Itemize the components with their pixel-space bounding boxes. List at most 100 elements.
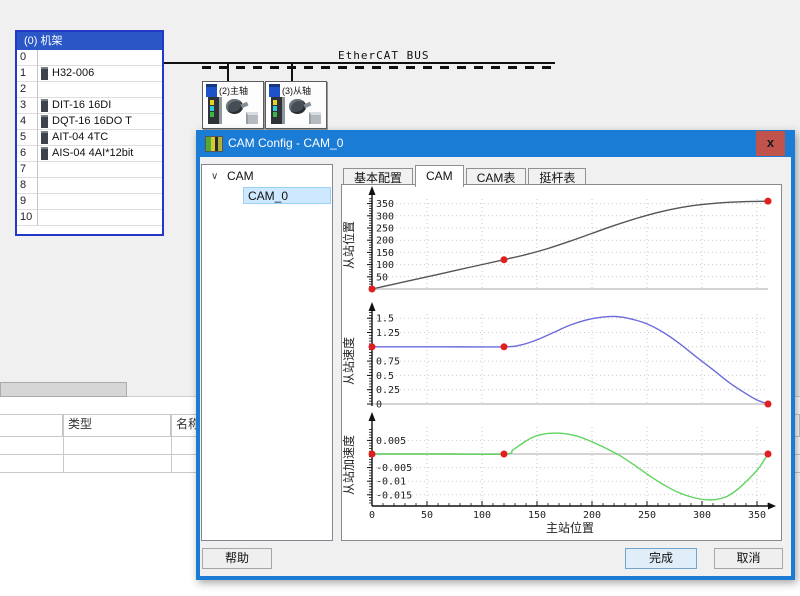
- cam-point[interactable]: [765, 198, 772, 205]
- module-icon: [41, 147, 48, 160]
- rack-slot-row[interactable]: 7: [17, 162, 162, 178]
- servo-drive-icon: [208, 97, 222, 124]
- rack-slot-number: 9: [17, 194, 38, 210]
- done-button[interactable]: 完成: [625, 548, 697, 569]
- cam-tree-panel: ∨ CAM CAM_0: [201, 164, 333, 541]
- rack-slot-row[interactable]: 10: [17, 210, 162, 226]
- collapsed-pane-tab[interactable]: [0, 382, 127, 397]
- module-icon: [41, 99, 48, 112]
- rack-slot-number: 0: [17, 50, 38, 66]
- y-axis-label: 从站位置: [342, 221, 356, 269]
- svg-text:150: 150: [376, 248, 394, 259]
- close-button[interactable]: x: [756, 131, 785, 156]
- device-label: (3)从轴: [282, 84, 311, 97]
- svg-text:150: 150: [528, 510, 546, 521]
- rack-slot-row[interactable]: 1H32-006: [17, 66, 162, 82]
- table-header-类型: 类型: [63, 414, 171, 436]
- rack-slot-number: 6: [17, 146, 38, 162]
- help-button[interactable]: 帮助: [202, 548, 272, 569]
- connector-cube-icon: [246, 112, 258, 124]
- cam-point[interactable]: [501, 256, 508, 263]
- rack-slot-number: 10: [17, 210, 38, 226]
- rack-slot-number: 4: [17, 114, 38, 130]
- rack-slot-number: 7: [17, 162, 38, 178]
- bus-drop-line: [227, 63, 229, 83]
- svg-text:0.5: 0.5: [376, 371, 394, 382]
- cam-point[interactable]: [501, 343, 508, 350]
- rack-slot-module: [38, 210, 162, 226]
- cam-point[interactable]: [765, 401, 772, 408]
- x-axis-label: 主站位置: [546, 520, 594, 535]
- svg-text:1.25: 1.25: [376, 328, 400, 339]
- rack-slot-row[interactable]: 9: [17, 194, 162, 210]
- cam-config-dialog: CAM Config - CAM_0 x ∨ CAM CAM_0 基本配置CAM…: [196, 130, 795, 580]
- svg-text:0.25: 0.25: [376, 385, 400, 396]
- svg-text:300: 300: [376, 211, 394, 222]
- device-header: (3)从轴: [269, 84, 311, 97]
- tree-node-cam-label: CAM: [227, 168, 254, 185]
- y-axis-label: 从站加速度: [342, 435, 356, 495]
- cam-point[interactable]: [501, 451, 508, 458]
- chart-从站位置: 50100150200250300350从站位置: [342, 186, 772, 293]
- dialog-title: CAM Config - CAM_0: [228, 130, 343, 157]
- ethercat-bus-dashes: [202, 66, 554, 69]
- chart-从站速度: 00.250.50.751.251.5从站速度: [342, 302, 772, 411]
- module-icon: [41, 67, 48, 80]
- cam-point[interactable]: [369, 451, 376, 458]
- bus-drop-line: [291, 63, 293, 83]
- rack-slot-row[interactable]: 4DQT-16 16DO T: [17, 114, 162, 130]
- svg-text:0.75: 0.75: [376, 357, 400, 368]
- svg-text:100: 100: [473, 510, 491, 521]
- svg-text:200: 200: [376, 236, 394, 247]
- svg-text:0: 0: [369, 510, 375, 521]
- rack-slot-number: 2: [17, 82, 38, 98]
- rack-slot-number: 5: [17, 130, 38, 146]
- rack-slot-row[interactable]: 0: [17, 50, 162, 66]
- rack-slot-number: 8: [17, 178, 38, 194]
- tree-node-cam0-selected[interactable]: CAM_0: [243, 187, 331, 204]
- cam-point[interactable]: [369, 286, 376, 293]
- dialog-titlebar[interactable]: CAM Config - CAM_0 x: [196, 130, 795, 157]
- connector-cube-icon: [309, 112, 321, 124]
- svg-text:250: 250: [638, 510, 656, 521]
- rack-slot-module: [38, 178, 162, 194]
- device-label: (2)主轴: [219, 84, 248, 97]
- ethercat-bus-label: EtherCAT BUS: [338, 49, 429, 62]
- svg-text:350: 350: [376, 199, 394, 210]
- bus-device-0[interactable]: (2)主轴: [202, 81, 264, 129]
- rack-slot-number: 1: [17, 66, 38, 82]
- cancel-button[interactable]: 取消: [714, 548, 783, 569]
- svg-text:300: 300: [693, 510, 711, 521]
- ethercat-bus-line: [160, 62, 555, 64]
- device-icon: [269, 84, 280, 97]
- svg-text:-0.005: -0.005: [376, 463, 412, 474]
- rack-slot-row[interactable]: 2: [17, 82, 162, 98]
- device-header: (2)主轴: [206, 84, 248, 97]
- rack-header: (0) 机架: [17, 32, 162, 50]
- svg-text:0.005: 0.005: [376, 436, 406, 447]
- y-axis-label: 从站速度: [342, 337, 356, 385]
- cam-curve-charts: 50100150200250300350从站位置00.250.50.751.25…: [342, 185, 781, 540]
- rack-body: 01H32-00623DIT-16 16DI4DQT-16 16DO T5AIT…: [17, 50, 162, 226]
- rack-slot-row[interactable]: 8: [17, 178, 162, 194]
- rack-slot-number: 3: [17, 98, 38, 114]
- x-axis: 050100150200250300350主站位置: [369, 501, 776, 535]
- svg-text:250: 250: [376, 224, 394, 235]
- bus-device-1[interactable]: (3)从轴: [265, 81, 327, 129]
- chevron-down-icon[interactable]: ∨: [211, 168, 218, 185]
- rack-slot-row[interactable]: 3DIT-16 16DI: [17, 98, 162, 114]
- module-icon: [41, 115, 48, 128]
- chart-从站加速度: 0.005-0.005-0.01-0.015从站加速度: [342, 412, 772, 506]
- servo-drive-icon: [271, 97, 285, 124]
- rack-slot-module: [38, 162, 162, 178]
- rack-slot-row[interactable]: 5AIT-04 4TC: [17, 130, 162, 146]
- svg-text:1.5: 1.5: [376, 314, 394, 325]
- rack-slot-row[interactable]: 6AIS-04 4AI*12bit: [17, 146, 162, 162]
- dialog-app-icon: [205, 136, 223, 152]
- cam-point[interactable]: [765, 451, 772, 458]
- cam-point[interactable]: [369, 343, 376, 350]
- tab-CAM[interactable]: CAM: [415, 165, 464, 187]
- rack-slot-module: H32-006: [38, 66, 162, 82]
- rack-slot-module: [38, 50, 162, 66]
- rack-slot-module: AIS-04 4AI*12bit: [38, 146, 162, 162]
